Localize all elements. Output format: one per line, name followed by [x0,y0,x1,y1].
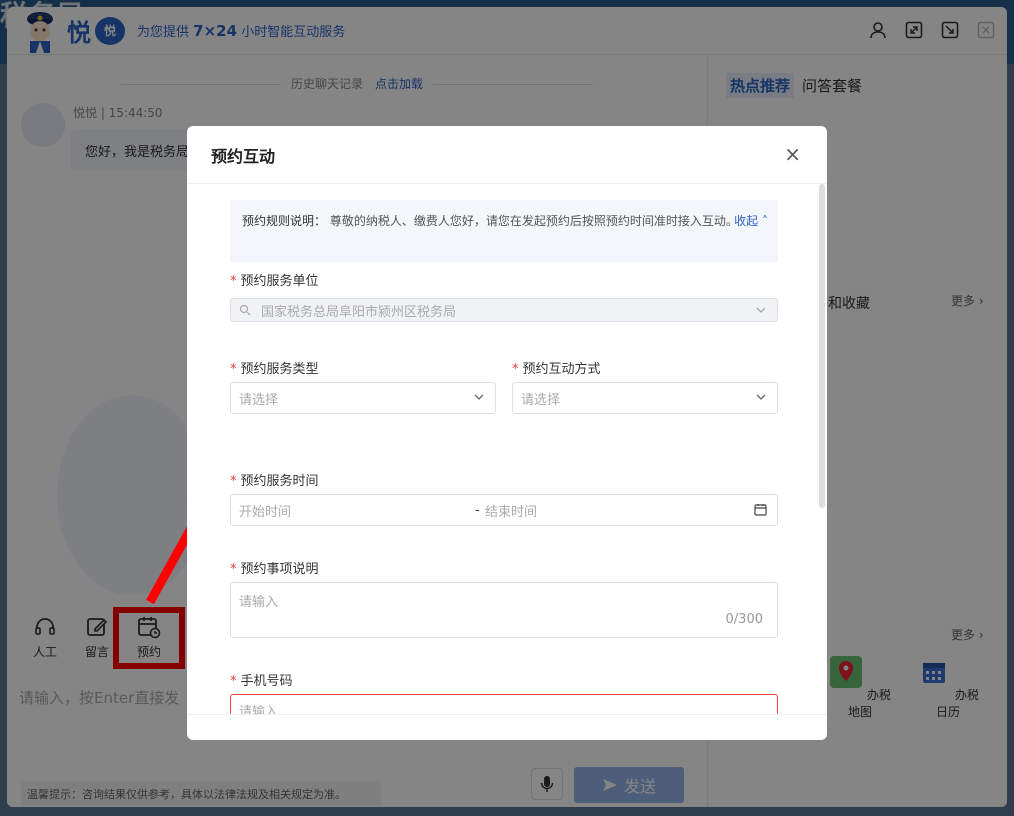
collapse-button[interactable]: 收起 ˄ [734,210,768,232]
desc-placeholder: 请输入 [239,595,279,610]
time-separator: - [475,502,480,518]
desc-label: * 预约事项说明 [230,562,319,577]
type-label: * 预约服务类型 [230,362,319,377]
modal-body: 预约规则说明： 尊敬的纳税人、缴费人您好，请您在发起预约后按照预约时间准时接入互… [187,184,827,714]
end-time-input[interactable]: 结束时间 [485,501,537,520]
type-placeholder: 请选择 [239,392,279,408]
modal-scrollbar[interactable] [819,184,825,508]
modal-header: 预约互动 × [187,126,827,184]
rules-text: 尊敬的纳税人、缴费人您好，请您在发起预约后按照预约时间准时接入互动。 [329,214,738,228]
unit-select[interactable]: 国家税务总局阜阳市颍州区税务局 [230,298,778,322]
method-placeholder: 请选择 [521,392,561,408]
rules-notice: 预约规则说明： 尊敬的纳税人、缴费人您好，请您在发起预约后按照预约时间准时接入互… [230,200,778,262]
calendar-icon [754,504,767,516]
method-select[interactable]: 请选择 [512,382,778,414]
time-label: * 预约服务时间 [230,474,319,489]
chevron-down-icon [756,307,766,313]
chevron-down-icon [474,394,484,400]
type-select[interactable]: 请选择 [230,382,496,414]
chevron-down-icon [756,394,766,400]
close-icon[interactable]: × [784,144,801,164]
phone-placeholder: 请输入 [239,704,279,715]
phone-input[interactable]: 请输入 [230,694,778,714]
modal-title: 预约互动 [211,146,276,166]
modal-footer [187,714,827,715]
collapse-label: 收起 [734,214,759,228]
method-label: * 预约互动方式 [512,362,601,377]
unit-value: 国家税务总局阜阳市颍州区税务局 [261,304,457,320]
appointment-modal: 预约互动 × 预约规则说明： 尊敬的纳税人、缴费人您好，请您在发起预约后按照预约… [187,126,827,740]
unit-label: * 预约服务单位 [230,274,319,289]
rules-label: 预约规则说明： [242,214,327,228]
desc-textarea[interactable]: 请输入 0/300 [230,582,778,638]
char-count: 0/300 [725,612,763,627]
search-icon [239,304,251,316]
start-time-input[interactable]: 开始时间 [239,501,475,520]
time-range-picker[interactable]: 开始时间 - 结束时间 [230,494,778,526]
phone-label: * 手机号码 [230,674,293,689]
